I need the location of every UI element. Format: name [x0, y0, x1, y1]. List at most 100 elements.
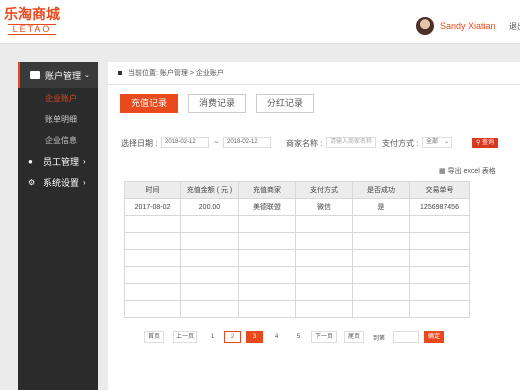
table-cell: 1256987456: [409, 198, 470, 216]
table-cell: [238, 283, 296, 301]
chevron-down-icon: ⌄: [443, 139, 449, 145]
avatar[interactable]: [416, 17, 434, 35]
table-cell: [180, 266, 239, 284]
folder-icon: [30, 71, 40, 79]
table-cell: [295, 266, 353, 284]
table-cell: [295, 300, 353, 318]
table-cell: [409, 249, 470, 267]
page-prev-button[interactable]: 上一页: [173, 331, 197, 343]
table-cell: [238, 266, 296, 284]
table-cell: [409, 215, 470, 233]
payment-method-select[interactable]: 全部 ⌄: [422, 137, 452, 148]
merchant-name-input[interactable]: 请输入商家名称: [326, 137, 376, 148]
page-5-button[interactable]: 5: [290, 331, 307, 343]
username[interactable]: Sandy Xiatian: [440, 21, 496, 31]
sidebar-item-settings[interactable]: ⚙ 系统设置 ›: [18, 172, 98, 193]
payment-method-label: 支付方式 :: [382, 139, 419, 148]
page-3-button[interactable]: 3: [246, 331, 263, 343]
page-2-button[interactable]: 2: [224, 331, 241, 343]
sidebar-subitem-bill-details[interactable]: 账单明细: [18, 109, 98, 130]
search-button-label: 查询: [482, 140, 495, 146]
sidebar-subitem-enterprise-account[interactable]: 企业账户: [18, 88, 98, 109]
page-4-button[interactable]: 4: [268, 331, 285, 343]
table-cell: [352, 266, 410, 284]
table-cell: [409, 232, 470, 250]
goto-confirm-button[interactable]: 确定: [424, 331, 444, 343]
table-header-row: 时间 充值金额 ( 元 ) 充值商家 支付方式 是否成功 交易单号: [124, 181, 470, 199]
user-icon: ●: [28, 156, 33, 166]
date-to-input[interactable]: 2018-02-12: [223, 137, 271, 148]
logo-text-en: LETAO: [8, 24, 56, 35]
goto-page-label: 到第: [373, 336, 386, 342]
table-cell: [124, 266, 181, 284]
table-header: 交易单号: [409, 181, 470, 199]
table-header: 支付方式: [295, 181, 353, 199]
table-cell: [352, 300, 410, 318]
table-cell: [409, 266, 470, 284]
table-cell: [180, 300, 239, 318]
table-header: 是否成功: [352, 181, 410, 199]
payment-method-value: 全部: [426, 139, 439, 145]
table-cell: 美德联盟: [238, 198, 296, 216]
goto-page-input[interactable]: [393, 331, 419, 343]
table-cell: [295, 249, 353, 267]
logout-link[interactable]: 退出: [509, 21, 520, 32]
table-cell: [352, 232, 410, 250]
page-next-button[interactable]: 下一页: [311, 331, 337, 343]
breadcrumb: 当前位置: 账户管理 > 企业账户: [118, 68, 224, 78]
date-separator: ~: [214, 138, 219, 147]
table-cell: [295, 232, 353, 250]
table-row: 2017-08-02 200.00 美德联盟 微信 是 1256987456: [124, 198, 470, 216]
date-from-input[interactable]: 2018-02-12: [161, 137, 209, 148]
table-cell: 2017-08-02: [124, 198, 181, 216]
table-cell: [295, 283, 353, 301]
page-first-button[interactable]: 首页: [144, 331, 164, 343]
tab-dividend-records[interactable]: 分红记录: [256, 94, 314, 113]
gear-icon: ⚙: [28, 177, 36, 187]
table-cell: [238, 249, 296, 267]
table-cell: [180, 249, 239, 267]
table-cell: [238, 215, 296, 233]
page-last-button[interactable]: 尾页: [344, 331, 364, 343]
table-cell: [124, 300, 181, 318]
table-header: 充值金额 ( 元 ): [180, 181, 239, 199]
table-cell: [409, 300, 470, 318]
table-cell: [180, 232, 239, 250]
table-cell: [124, 215, 181, 233]
date-label: 选择日期 :: [121, 139, 158, 148]
table-row: [124, 249, 470, 267]
export-excel-button[interactable]: ▦ 导出 excel 表格: [439, 166, 496, 176]
bullet-icon: [118, 71, 122, 75]
page-1-button[interactable]: 1: [204, 331, 221, 343]
table-cell: 200.00: [180, 198, 239, 216]
chevron-down-icon: ⌄: [84, 72, 90, 79]
tab-recharge-records[interactable]: 充值记录: [120, 94, 178, 113]
sidebar-item-label: 系统设置: [43, 178, 80, 188]
sidebar-item-employee[interactable]: ● 员工管理 ›: [18, 151, 98, 172]
table-row: [124, 232, 470, 250]
chevron-right-icon: ›: [83, 178, 86, 187]
table-row: [124, 266, 470, 284]
sidebar-item-label: 账户管理: [45, 70, 82, 81]
search-icon: ⚲: [475, 140, 481, 146]
sidebar-item-label: 员工管理: [43, 157, 80, 167]
table-cell: [180, 215, 239, 233]
search-button[interactable]: ⚲ 查询: [472, 138, 498, 148]
tab-consumption-records[interactable]: 消费记录: [188, 94, 246, 113]
chevron-right-icon: ›: [83, 157, 86, 166]
table-cell: [238, 300, 296, 318]
sidebar-subitem-enterprise-info[interactable]: 企业信息: [18, 130, 98, 151]
sidebar: 账户管理 ⌄ 企业账户 账单明细 企业信息 ● 员工管理 › ⚙ 系统设置 ›: [18, 62, 98, 390]
table-cell: [352, 215, 410, 233]
table-header: 充值商家: [238, 181, 296, 199]
table-header: 时间: [124, 181, 181, 199]
table-cell: [180, 283, 239, 301]
merchant-label: 商家名称 :: [286, 139, 323, 148]
recharge-table: 时间 充值金额 ( 元 ) 充值商家 支付方式 是否成功 交易单号 2017-0…: [124, 181, 470, 318]
sidebar-item-account[interactable]: 账户管理 ⌄: [18, 62, 98, 88]
table-cell: 微信: [295, 198, 353, 216]
logo-text-cn: 乐淘商城: [4, 6, 60, 22]
logo[interactable]: 乐淘商城 LETAO: [4, 6, 62, 35]
export-label: 导出 excel 表格: [447, 168, 496, 175]
table-row: [124, 283, 470, 301]
